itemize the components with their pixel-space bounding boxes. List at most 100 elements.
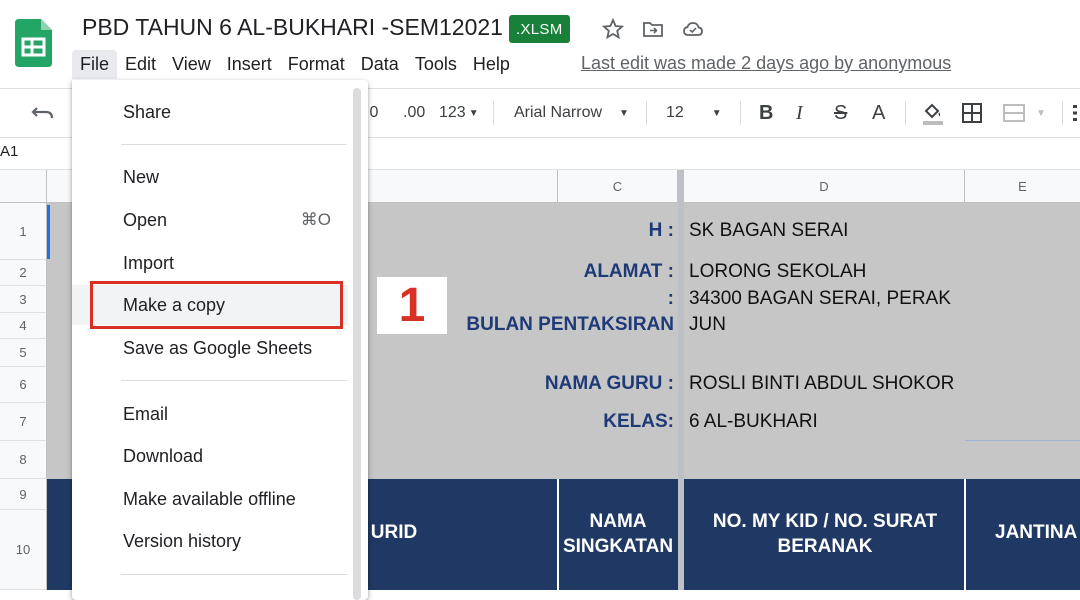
column-header-e[interactable]: E xyxy=(965,170,1080,203)
chevron-down-icon: ▼ xyxy=(619,107,629,119)
cell-border xyxy=(557,479,559,590)
toolbar-divider xyxy=(646,101,647,125)
address-line2-value[interactable]: 34300 BAGAN SERAI, PERAK xyxy=(689,288,951,310)
undo-icon[interactable] xyxy=(30,89,56,137)
file-format-badge: .XLSM xyxy=(509,15,570,43)
row-header-2[interactable]: 2 xyxy=(0,260,47,286)
menu-item-import[interactable]: Import xyxy=(72,243,348,283)
menu-divider xyxy=(121,144,347,145)
column-header-d[interactable]: D xyxy=(684,170,965,203)
menu-divider xyxy=(121,380,347,381)
move-folder-icon[interactable] xyxy=(641,17,665,41)
header-mykid-number[interactable]: NO. MY KID / NO. SURAT BERANAK xyxy=(700,509,950,559)
class-label: KELAS: xyxy=(603,411,674,432)
menu-insert[interactable]: Insert xyxy=(219,50,280,79)
toolbar-divider xyxy=(905,101,906,125)
menu-item-open[interactable]: Open ⌘O xyxy=(72,200,348,240)
school-value[interactable]: SK BAGAN SERAI xyxy=(689,220,848,242)
assessment-month-value[interactable]: JUN xyxy=(689,314,726,336)
last-edit-link[interactable]: Last edit was made 2 days ago by anonymo… xyxy=(581,53,951,74)
header-short-name[interactable]: NAMA SINGKATAN xyxy=(560,509,676,559)
name-box[interactable]: A1 xyxy=(0,143,18,160)
menu-scrollbar[interactable] xyxy=(353,88,361,600)
font-family-select[interactable]: Arial Narrow ▼ xyxy=(514,89,629,137)
star-icon[interactable] xyxy=(601,17,625,41)
menu-item-make-available-offline[interactable]: Make available offline xyxy=(72,479,348,519)
select-all-corner[interactable] xyxy=(0,170,47,203)
chevron-down-icon: ▼ xyxy=(468,107,479,119)
menu-divider xyxy=(121,574,347,575)
italic-button[interactable]: I xyxy=(796,89,803,137)
cell-border xyxy=(964,479,966,590)
cell-border xyxy=(965,440,1080,441)
fill-color-icon[interactable] xyxy=(920,89,946,137)
font-size-select[interactable]: 12 ▼ xyxy=(666,89,722,137)
school-label: H : xyxy=(648,220,674,241)
file-menu-dropdown: Share New Open ⌘O Import Make a copy Sav… xyxy=(72,80,368,600)
active-cell-indicator xyxy=(47,205,50,259)
row-header-7[interactable]: 7 xyxy=(0,403,47,441)
menu-item-new[interactable]: New xyxy=(72,157,348,197)
number-format-label: 123 xyxy=(439,104,466,121)
teacher-name-label: NAMA GURU : xyxy=(544,373,674,394)
menu-item-label: Open xyxy=(123,209,168,230)
cloud-status-icon[interactable] xyxy=(681,17,705,41)
number-format-button[interactable]: 123 ▼ xyxy=(439,89,479,137)
address-value[interactable]: LORONG SEKOLAH xyxy=(689,261,866,283)
toolbar-divider xyxy=(493,101,494,125)
header-gender[interactable]: JANTINA xyxy=(995,520,1080,545)
header-student-name[interactable]: URID xyxy=(364,520,424,545)
borders-icon[interactable] xyxy=(961,89,983,137)
chevron-down-icon: ▼ xyxy=(1036,107,1046,119)
menu-item-label: Import xyxy=(123,252,175,273)
merge-cells-icon[interactable]: ▼ xyxy=(1002,89,1046,137)
row-header-4[interactable]: 4 xyxy=(0,313,47,339)
menu-item-save-as-google-sheets[interactable]: Save as Google Sheets xyxy=(72,328,348,368)
increase-decimal-button[interactable]: .00 xyxy=(403,89,425,137)
open-shortcut: ⌘O xyxy=(300,210,331,229)
menu-item-label: Share xyxy=(123,101,172,122)
row-header-10[interactable]: 10 xyxy=(0,510,47,590)
menu-item-label: Save as Google Sheets xyxy=(123,337,313,358)
class-value[interactable]: 6 AL-BUKHARI xyxy=(689,411,818,433)
menu-help[interactable]: Help xyxy=(465,50,518,79)
text-color-button[interactable]: A xyxy=(872,89,885,137)
menu-data[interactable]: Data xyxy=(353,50,407,79)
step-number-annotation: 1 xyxy=(377,277,447,334)
menu-item-label: Download xyxy=(123,445,204,466)
menu-file[interactable]: File xyxy=(72,49,118,79)
row-header-1[interactable]: 1 xyxy=(0,203,47,260)
menu-item-label: New xyxy=(123,166,160,187)
menu-item-share[interactable]: Share xyxy=(72,92,348,132)
sheets-logo-icon[interactable] xyxy=(15,19,52,67)
row-header-6[interactable]: 6 xyxy=(0,367,47,403)
menu-tools[interactable]: Tools xyxy=(407,50,465,79)
freeze-divider[interactable] xyxy=(678,170,684,590)
row-header-5[interactable]: 5 xyxy=(0,339,47,367)
strikethrough-button[interactable]: S xyxy=(834,89,847,137)
font-size-label: 12 xyxy=(666,104,684,121)
menu-item-email[interactable]: Email xyxy=(72,394,348,434)
column-header-c[interactable]: C xyxy=(558,170,678,203)
menu-format[interactable]: Format xyxy=(280,50,353,79)
make-a-copy-highlight-box xyxy=(90,281,343,329)
menu-item-label: Version history xyxy=(123,530,242,551)
menu-bar: File Edit View Insert Format Data Tools … xyxy=(72,48,518,80)
chevron-down-icon: ▼ xyxy=(711,107,722,119)
menu-item-label: Email xyxy=(123,403,169,424)
toolbar-divider xyxy=(740,101,741,125)
menu-item-version-history[interactable]: Version history xyxy=(72,521,348,561)
toolbar-divider xyxy=(1062,101,1063,125)
more-options-icon[interactable] xyxy=(1072,89,1078,137)
menu-item-download[interactable]: Download xyxy=(72,436,348,476)
menu-item-label: Make available offline xyxy=(123,488,296,509)
teacher-name-value[interactable]: ROSLI BINTI ABDUL SHOKOR xyxy=(689,373,954,395)
row-header-9[interactable]: 9 xyxy=(0,479,47,510)
menu-view[interactable]: View xyxy=(164,50,219,79)
row-header-3[interactable]: 3 xyxy=(0,286,47,313)
document-title[interactable]: PBD TAHUN 6 AL-BUKHARI -SEM12021 xyxy=(82,14,503,41)
menu-edit[interactable]: Edit xyxy=(117,50,164,79)
row-header-8[interactable]: 8 xyxy=(0,441,47,479)
font-family-label: Arial Narrow xyxy=(514,104,603,121)
bold-button[interactable]: B xyxy=(759,89,773,137)
